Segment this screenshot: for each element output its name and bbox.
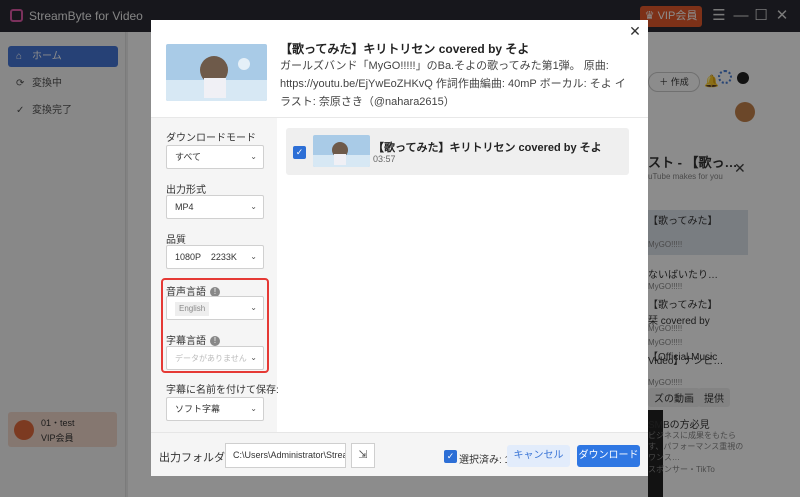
- chevron-down-icon: ⌄: [250, 202, 257, 211]
- thumbnail-illustration: [166, 44, 267, 101]
- selected-count: 選択済み: 1: [459, 455, 511, 466]
- audio-language-select[interactable]: English ⌄: [166, 296, 264, 320]
- item-thumbnail: [313, 135, 370, 167]
- chevron-down-icon: ⌄: [250, 303, 257, 312]
- download-button[interactable]: ダウンロード: [577, 445, 640, 467]
- output-folder-label: 出力フォルダ: [159, 452, 225, 464]
- subtitle-save-label: 字幕に名前を付けて保存:: [166, 385, 279, 396]
- video-thumbnail: [166, 44, 267, 101]
- output-format-select[interactable]: MP4 ⌄: [166, 195, 264, 219]
- select-all-checkbox[interactable]: ✓: [444, 450, 457, 463]
- output-path-input[interactable]: C:\Users\Administrator\Strea: [225, 443, 346, 468]
- video-description: ガールズバンド「MyGO!!!!!」のBa.そよの歌ってみた第1弾。 原曲: h…: [280, 60, 626, 108]
- quality-label: 品質: [166, 235, 186, 246]
- item-title: 【歌ってみた】キリトリセン covered by そよ: [373, 142, 602, 154]
- item-duration: 03:57: [373, 154, 396, 164]
- cancel-button[interactable]: キャンセル: [507, 445, 570, 467]
- chevron-down-icon: ⌄: [250, 252, 257, 261]
- folder-icon: ⇲: [358, 449, 368, 461]
- subtitle-language-label: 字幕言語!: [166, 332, 220, 347]
- output-format-label: 出力形式: [166, 185, 206, 196]
- thumbnail-illustration: [313, 135, 370, 167]
- subtitle-language-select[interactable]: データがありません ⌄: [166, 346, 264, 370]
- download-mode-label: ダウンロードモード: [166, 133, 256, 144]
- item-checkbox[interactable]: ✓: [293, 146, 306, 159]
- close-icon[interactable]: ✕: [627, 23, 643, 39]
- chevron-down-icon: ⌄: [250, 404, 257, 413]
- info-icon[interactable]: !: [210, 336, 220, 347]
- download-mode-select[interactable]: すべて ⌄: [166, 145, 264, 169]
- chevron-down-icon: ⌄: [250, 353, 257, 362]
- subtitle-save-select[interactable]: ソフト字幕 ⌄: [166, 397, 264, 421]
- video-title: 【歌ってみた】キリトリセン covered by そよ: [280, 42, 530, 56]
- chevron-down-icon: ⌄: [250, 152, 257, 161]
- quality-select[interactable]: 1080P 2233K ⌄: [166, 245, 264, 269]
- browse-folder-button[interactable]: ⇲: [351, 443, 375, 468]
